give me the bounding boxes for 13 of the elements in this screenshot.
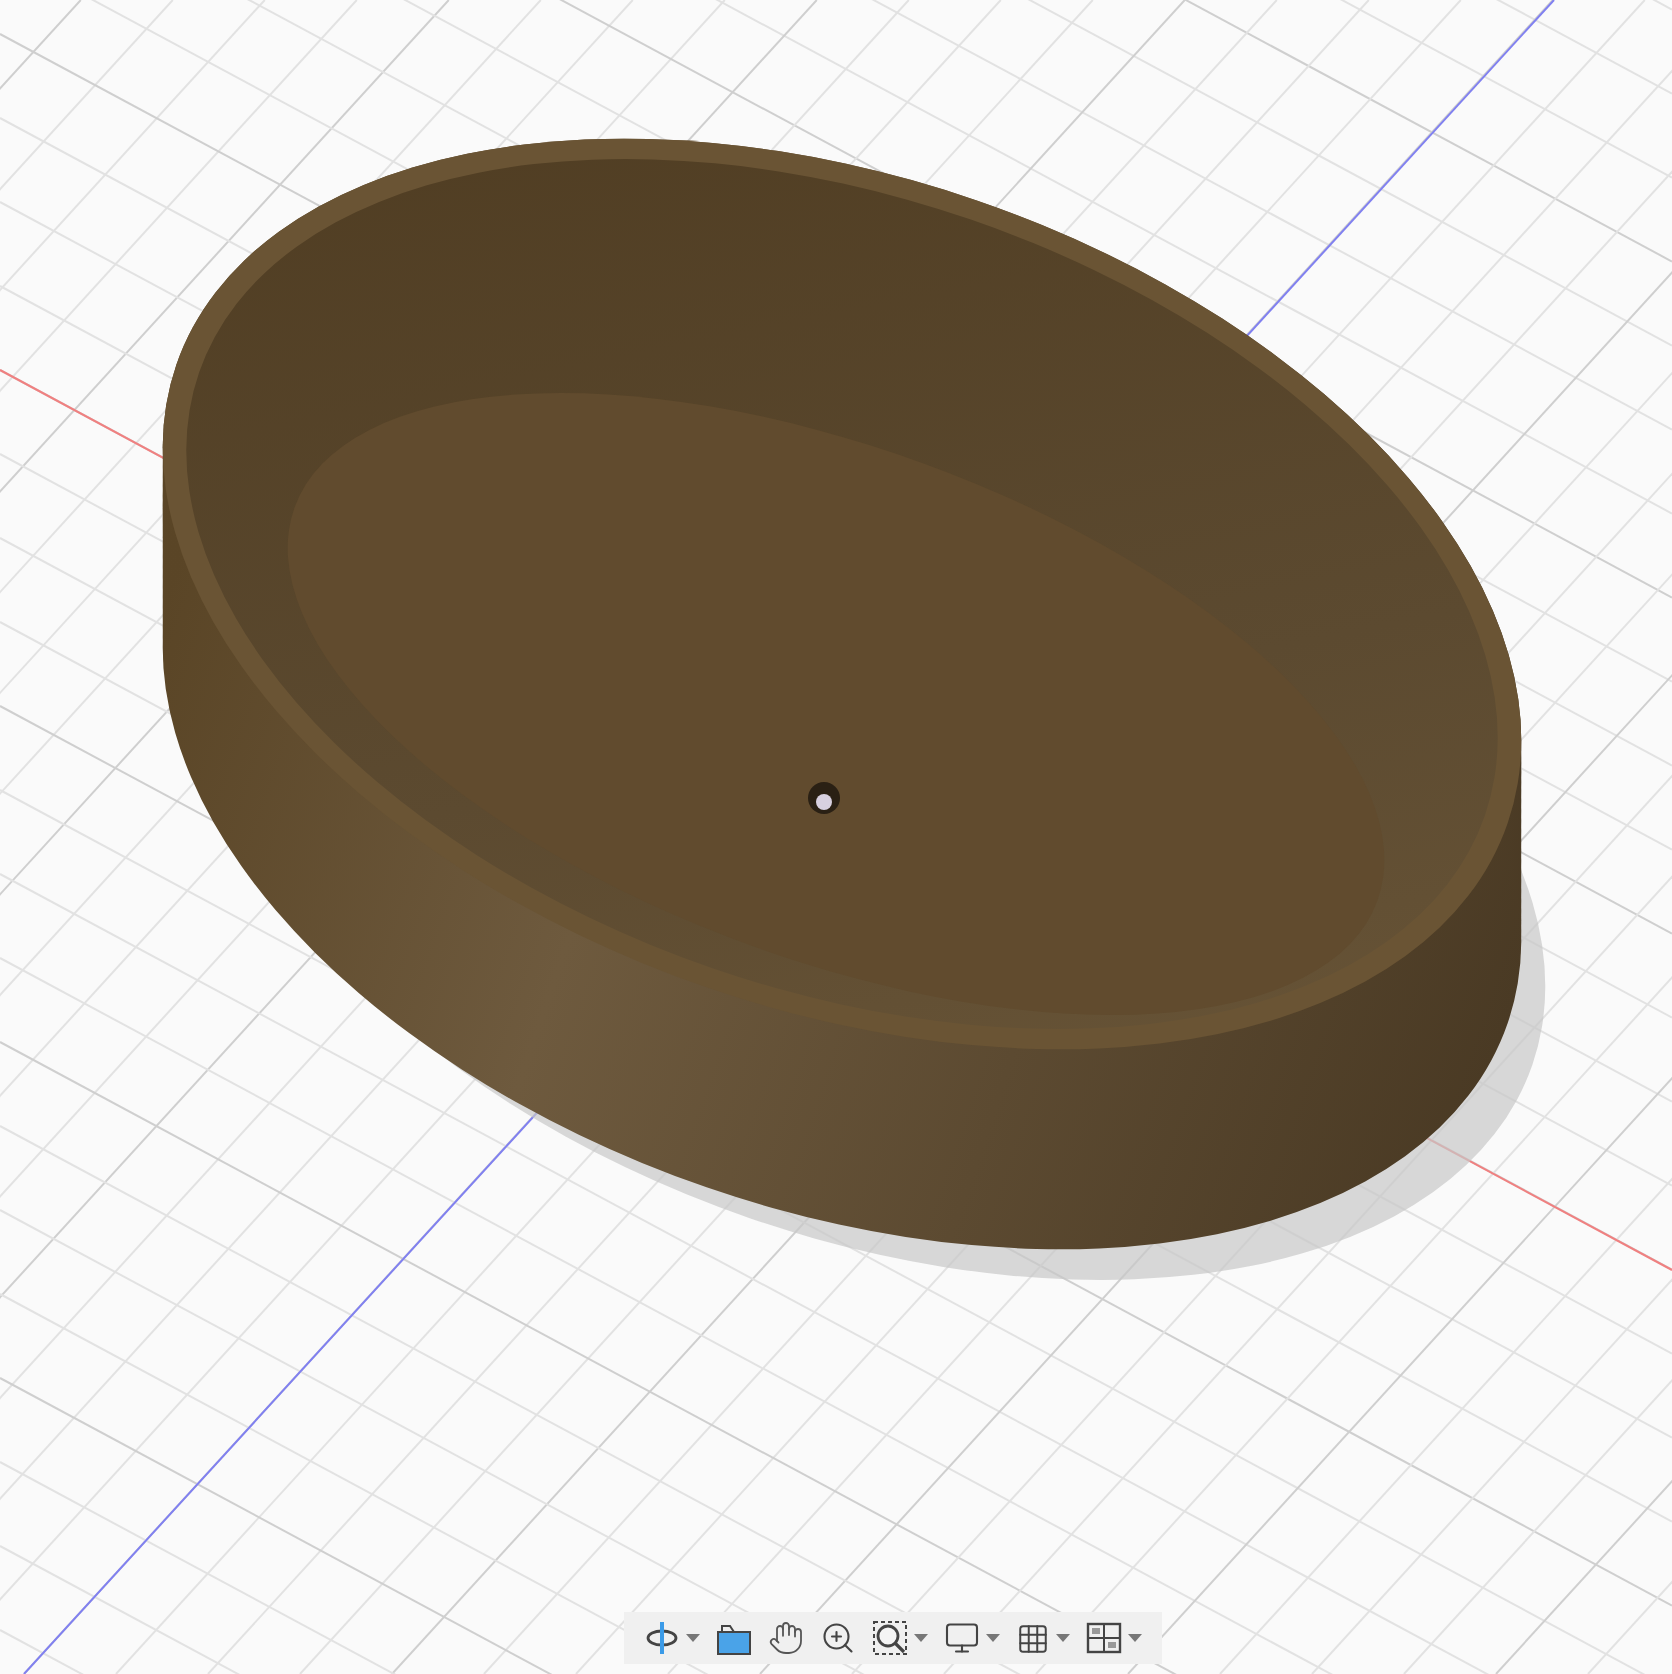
caret-icon bbox=[985, 1634, 999, 1642]
orbit-icon bbox=[643, 1620, 679, 1656]
zoom-icon bbox=[819, 1620, 855, 1656]
zoom-window-icon bbox=[871, 1620, 907, 1656]
grid-icon bbox=[1015, 1621, 1049, 1655]
hand-icon bbox=[767, 1620, 803, 1656]
caret-icon bbox=[913, 1634, 927, 1642]
toolbar-button[interactable] bbox=[867, 1616, 931, 1660]
caret-icon bbox=[1055, 1634, 1069, 1642]
caret-icon bbox=[685, 1634, 699, 1642]
caret-icon bbox=[1127, 1634, 1141, 1642]
monitor-icon bbox=[943, 1620, 979, 1656]
viewports-icon bbox=[1085, 1622, 1121, 1654]
